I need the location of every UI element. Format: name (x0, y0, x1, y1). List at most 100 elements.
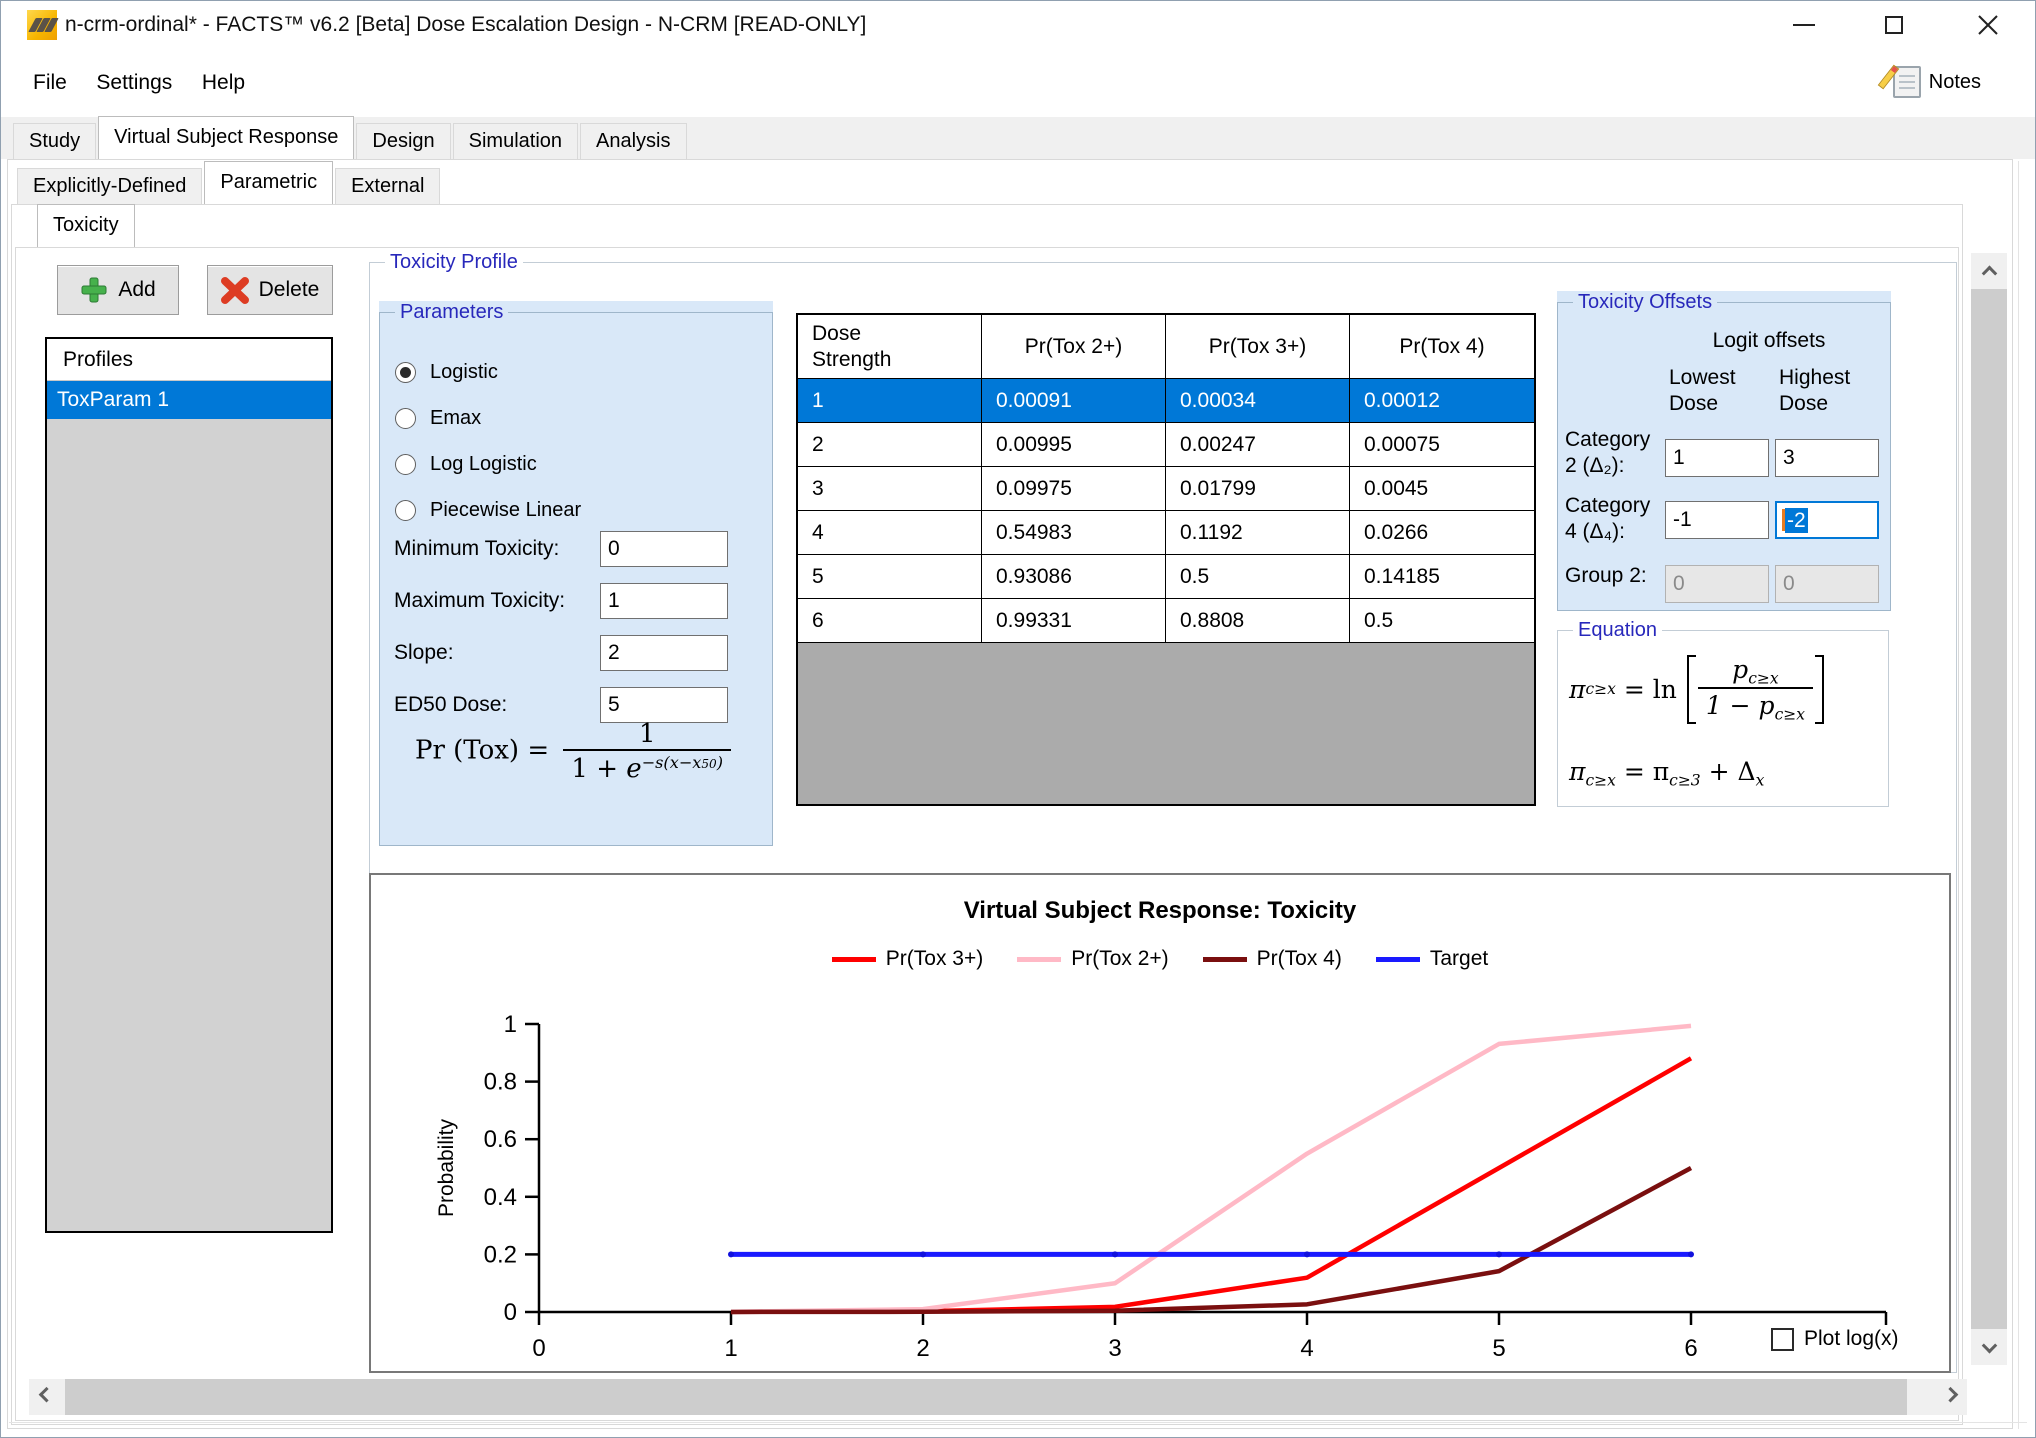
menu-settings[interactable]: Settings (84, 67, 184, 99)
scroll-up-arrow[interactable] (1972, 253, 2006, 287)
vertical-scrollbar[interactable] (1971, 253, 2007, 1365)
profile-list-item[interactable]: ToxParam 1 (47, 381, 331, 419)
parameters-group-label: Parameters (395, 301, 508, 323)
logit-offsets-label: Logit offsets (1657, 329, 1881, 353)
table-cell: 5 (798, 555, 982, 599)
table-header-row: Dose StrengthPr(Tox 2+)Pr(Tox 3+)Pr(Tox … (798, 315, 1534, 379)
vertical-scrollbar-thumb[interactable] (1971, 289, 2007, 1329)
table-header-cell[interactable]: Dose Strength (798, 315, 982, 379)
parameter-field-input[interactable]: 1 (600, 583, 728, 619)
tab-design[interactable]: Design (356, 123, 450, 159)
delete-button[interactable]: Delete (207, 265, 333, 315)
table-row[interactable]: 50.930860.50.14185 (798, 555, 1534, 599)
svg-text:2: 2 (916, 1335, 929, 1362)
table-row[interactable]: 10.000910.000340.00012 (798, 379, 1534, 423)
offset-input-high: 0 (1775, 565, 1879, 603)
equation-group-label: Equation (1573, 619, 1662, 641)
table-cell: 0.00247 (1166, 423, 1350, 467)
subtab-parametric[interactable]: Parametric (204, 161, 333, 204)
table-row[interactable]: 30.099750.017990.0045 (798, 467, 1534, 511)
legend-swatch (832, 957, 876, 962)
parameters-panel: Parameters Logistic Emax Log Logistic Piece… (379, 301, 773, 846)
parameter-field-label: Minimum Toxicity: (394, 537, 559, 561)
horizontal-scrollbar[interactable] (29, 1379, 1967, 1415)
subtab-external[interactable]: External (335, 168, 440, 204)
plot-log-control: Plot log(x) (1771, 1327, 1899, 1351)
svg-text:3: 3 (1108, 1335, 1121, 1362)
radio-option-piecewise-linear[interactable]: Piecewise Linear (395, 499, 581, 522)
offset-input-low[interactable]: 1 (1665, 439, 1769, 477)
radio-option-log-logistic[interactable]: Log Logistic (395, 453, 537, 476)
scroll-right-arrow[interactable] (1933, 1380, 1967, 1414)
radio-option-logistic[interactable]: Logistic (395, 361, 498, 384)
svg-text:0.6: 0.6 (484, 1126, 517, 1153)
svg-text:6: 6 (1684, 1335, 1697, 1362)
table-cell: 0.54983 (982, 511, 1166, 555)
radio-option-emax[interactable]: Emax (395, 407, 481, 430)
close-button[interactable] (1955, 1, 2021, 49)
chart-title: Virtual Subject Response: Toxicity (371, 897, 1949, 925)
bottom-divider (9, 1422, 2027, 1423)
legend-label: Pr(Tox 4) (1257, 947, 1342, 971)
scroll-down-arrow[interactable] (1972, 1331, 2006, 1365)
horizontal-scrollbar-thumb[interactable] (65, 1379, 1907, 1415)
series-line-pr-tox-2- (731, 1026, 1691, 1312)
svg-text:0.2: 0.2 (484, 1241, 517, 1268)
target-point (728, 1251, 734, 1257)
parameter-field-input[interactable]: 5 (600, 687, 728, 723)
table-header-cell[interactable]: Pr(Tox 2+) (982, 315, 1166, 379)
innertab-toxicity[interactable]: Toxicity (37, 204, 135, 247)
plot-log-checkbox[interactable] (1771, 1328, 1794, 1351)
table-row[interactable]: 20.009950.002470.00075 (798, 423, 1534, 467)
maximize-icon (1885, 16, 1903, 34)
tab-analysis[interactable]: Analysis (580, 123, 686, 159)
legend-swatch (1203, 957, 1247, 962)
profiles-list: Profiles ToxParam 1 (45, 337, 333, 1233)
parameter-field-input[interactable]: 0 (600, 531, 728, 567)
parameter-field-row: ED50 Dose:5 (394, 687, 773, 723)
subtab-explicitly-defined[interactable]: Explicitly-Defined (17, 168, 202, 204)
tab-study[interactable]: Study (13, 123, 96, 159)
table-cell: 0.99331 (982, 599, 1166, 643)
notes-button[interactable]: Notes (1885, 59, 1989, 105)
parameter-field-row: Maximum Toxicity:1 (394, 583, 773, 619)
add-button-label: Add (118, 278, 155, 302)
minimize-button[interactable] (1771, 1, 1837, 49)
scroll-left-arrow[interactable] (29, 1380, 63, 1414)
table-cell: 3 (798, 467, 982, 511)
tab-virtual-subject-response[interactable]: Virtual Subject Response (98, 116, 354, 159)
menu-help[interactable]: Help (190, 67, 257, 99)
radio-option-label: Emax (430, 407, 481, 430)
svg-text:0: 0 (504, 1299, 517, 1326)
legend-label: Pr(Tox 2+) (1071, 947, 1168, 971)
table-row[interactable]: 60.993310.88080.5 (798, 599, 1534, 643)
profiles-header: Profiles (47, 339, 331, 381)
table-cell: 0.01799 (1166, 467, 1350, 511)
menu-file[interactable]: File (21, 67, 79, 99)
table-header-cell[interactable]: Pr(Tox 4) (1350, 315, 1534, 379)
offset-input-low[interactable]: -1 (1665, 501, 1769, 539)
parameter-field-label: Slope: (394, 641, 454, 665)
toxicity-profile-group-label: Toxicity Profile (385, 251, 523, 273)
table-cell: 0.5 (1166, 555, 1350, 599)
delete-x-icon (221, 276, 249, 304)
selected-text: -2 (1785, 508, 1808, 533)
offset-row-label: Group 2: (1565, 563, 1665, 589)
table-header-cell[interactable]: Pr(Tox 3+) (1166, 315, 1350, 379)
table-cell: 4 (798, 511, 982, 555)
offset-input-high[interactable]: 3 (1775, 439, 1879, 477)
title-bar: n-crm-ordinal* - FACTS™ v6.2 [Beta] Dose… (1, 1, 2035, 49)
svg-text:Probability: Probability (435, 1118, 458, 1217)
table-row[interactable]: 40.549830.11920.0266 (798, 511, 1534, 555)
table-cell: 0.93086 (982, 555, 1166, 599)
table-cell: 0.00091 (982, 379, 1166, 423)
svg-text:1: 1 (504, 1011, 517, 1038)
target-point (1112, 1251, 1118, 1257)
maximize-button[interactable] (1861, 1, 1927, 49)
tab-simulation[interactable]: Simulation (453, 123, 578, 159)
add-button[interactable]: Add (57, 265, 179, 315)
parameter-field-input[interactable]: 2 (600, 635, 728, 671)
legend-item-pr-tox-2-: Pr(Tox 2+) (1017, 947, 1168, 971)
offset-input-high[interactable]: -2 (1775, 501, 1879, 539)
series-line-pr-tox-3- (731, 1058, 1691, 1312)
